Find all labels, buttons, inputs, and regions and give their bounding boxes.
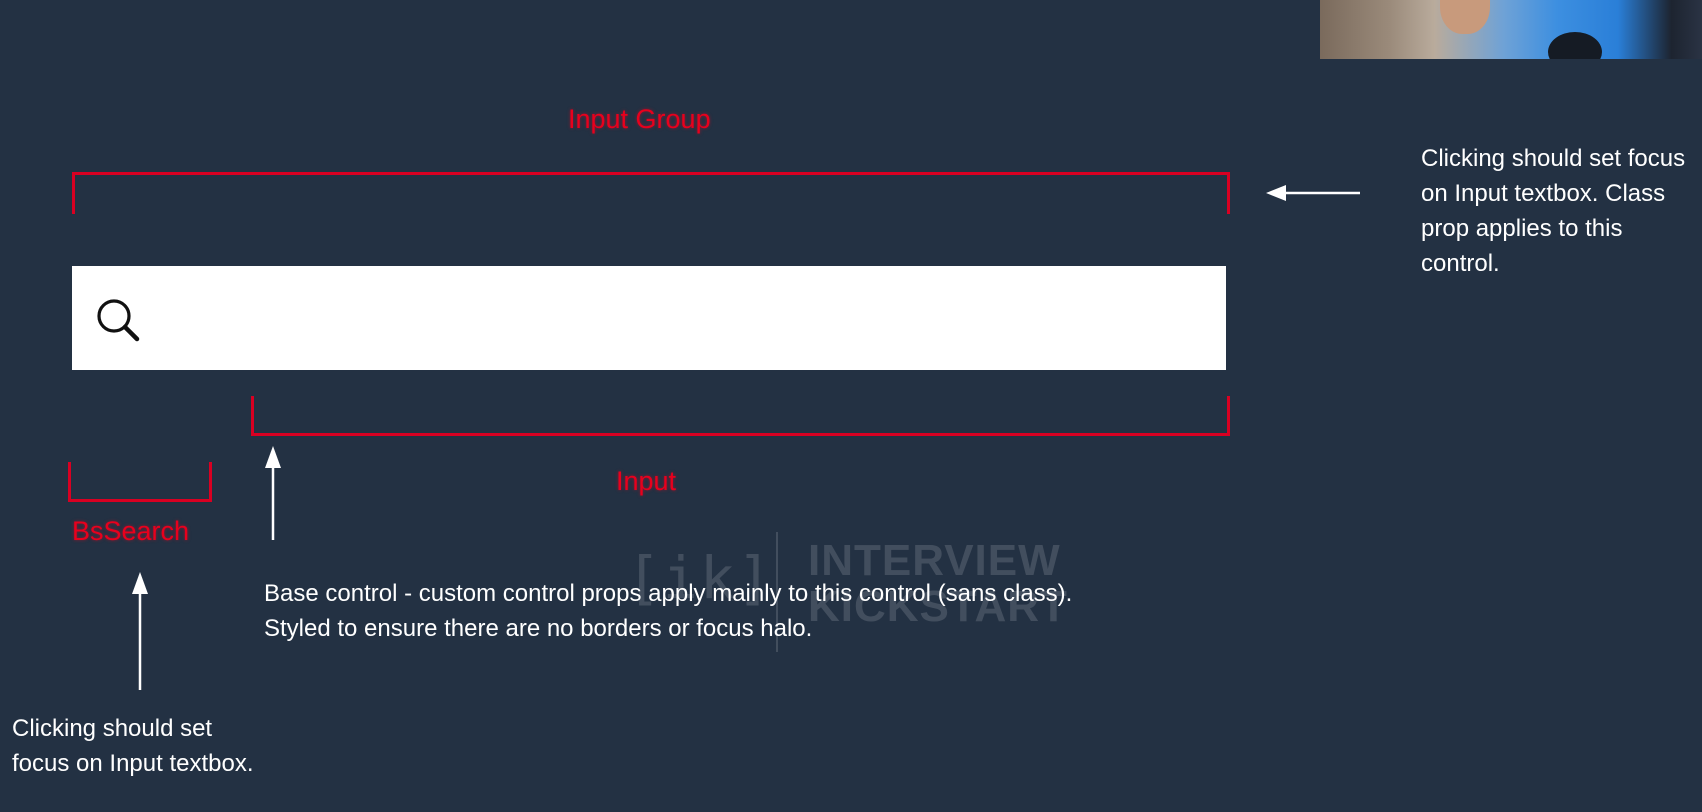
arrow-head-input-group bbox=[1266, 185, 1286, 201]
base-control-note-line2: Styled to ensure there are no borders or… bbox=[264, 615, 813, 642]
arrow-head-bssearch bbox=[132, 572, 148, 594]
arrow-head-input bbox=[265, 446, 281, 468]
base-control-note: Base control - custom control props appl… bbox=[264, 576, 1072, 646]
input-group-note: Clicking should set focus on Input textb… bbox=[1421, 145, 1686, 277]
annotation-arrows bbox=[132, 185, 1360, 690]
base-control-note-line1: Base control - custom control props appl… bbox=[264, 580, 1073, 607]
bssearch-note: Clicking should set focus on Input textb… bbox=[12, 715, 254, 777]
